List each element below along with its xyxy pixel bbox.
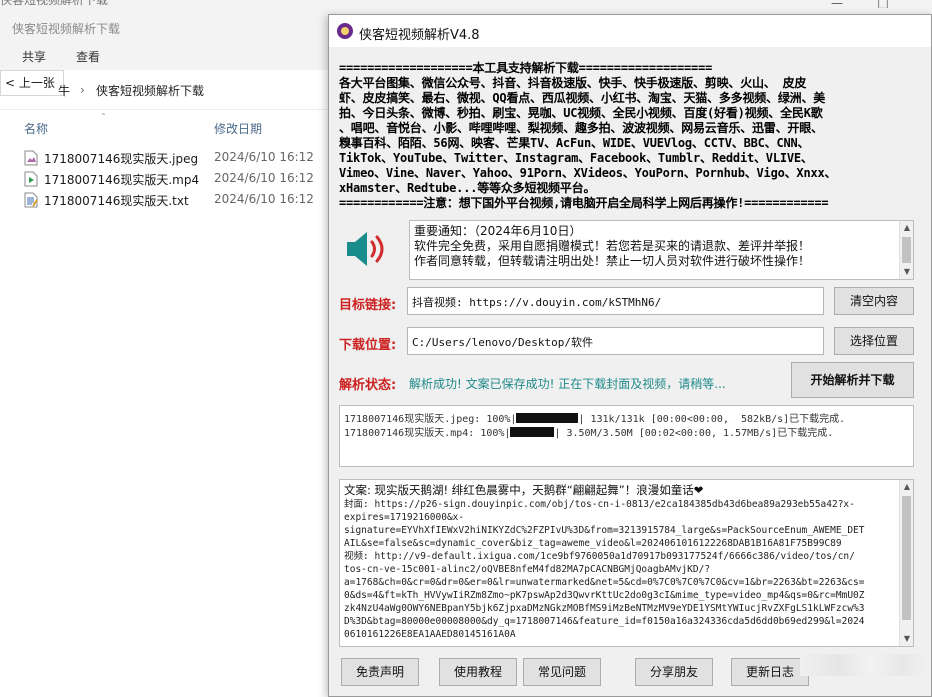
address-partial-segment[interactable]: 牛 [58, 82, 70, 99]
progress-bar [516, 413, 579, 423]
faq-button[interactable]: 常见问题 [523, 658, 601, 686]
explorer-title: 侠客短视频解析下载 [12, 22, 121, 36]
blurred-watermark [800, 654, 928, 676]
download-location-label: 下载位置: [339, 338, 397, 353]
image-file-icon [24, 150, 38, 166]
scroll-up-icon[interactable]: ▲ [900, 480, 913, 494]
scroll-down-icon[interactable]: ▼ [900, 265, 913, 279]
tab-share[interactable]: 共享 [18, 48, 50, 65]
log-scrollbar[interactable]: ▲ ▼ [899, 480, 913, 646]
chevron-right-icon[interactable]: › [80, 83, 85, 97]
disclaimer-button[interactable]: 免责声明 [341, 658, 419, 686]
file-date: 2024/6/10 16:12 [214, 171, 314, 185]
progress-line-jpeg: 1718007146现实版天.jpeg: 100%| | 131k/131k [0… [344, 410, 845, 425]
scroll-up-icon[interactable]: ▲ [900, 221, 913, 235]
file-row[interactable]: 1718007146现实版天.mp4 2024/6/10 16:12 [20, 169, 330, 189]
file-date: 2024/6/10 16:12 [214, 150, 314, 164]
supported-platforms-text: ===================本工具支持解析下载============… [339, 61, 837, 210]
start-parse-download-button[interactable]: 开始解析并下载 [791, 362, 914, 398]
tab-view[interactable]: 查看 [72, 48, 104, 65]
progress-suffix: | 3.50M/3.50M [00:02<00:00, 1.57MB/s]已下载… [554, 428, 834, 439]
address-path[interactable]: 侠客短视频解析下载 [96, 82, 204, 99]
speaker-icon [347, 232, 384, 266]
scroll-down-icon[interactable]: ▼ [900, 632, 913, 646]
file-row[interactable]: 1718007146现实版天.txt 2024/6/10 16:12 [20, 190, 330, 210]
video-file-icon [24, 171, 38, 187]
notice-line: 重要通知：（2024年6月10日） [414, 224, 582, 238]
explorer-top-strip: 侠客短视频解析下载 — □ [0, 0, 932, 8]
notice-text: 重要通知：（2024年6月10日） 软件完全免费，采用自愿捐赠模式！若您若是买来… [414, 224, 900, 269]
sort-chevron-icon: ⌃ [100, 112, 107, 121]
video-parser-window: 侠客短视频解析V4.8 ===================本工具支持解析下载… [328, 14, 932, 697]
file-date: 2024/6/10 16:12 [214, 192, 314, 206]
parse-status-text: 解析成功! 文案已保存成功! 正在下载封面及视频，请稍等... [409, 377, 726, 391]
download-progress-box: 1718007146现实版天.jpeg: 100%| | 131k/131k [0… [339, 405, 914, 467]
parse-status-label: 解析状态: [339, 378, 397, 393]
app-logo-icon [337, 23, 353, 39]
share-friends-button[interactable]: 分享朋友 [635, 658, 713, 686]
file-name: 1718007146现实版天.jpeg [44, 152, 199, 166]
choose-location-button[interactable]: 选择位置 [834, 327, 914, 355]
notice-scrollbar[interactable]: ▲ ▼ [899, 221, 913, 279]
column-header-name[interactable]: 名称 [24, 120, 48, 137]
column-header-modified[interactable]: 修改日期 [214, 120, 262, 137]
tutorial-button[interactable]: 使用教程 [439, 658, 517, 686]
app-title: 侠客短视频解析V4.8 [359, 28, 480, 43]
scroll-thumb[interactable] [902, 496, 911, 620]
notice-line: 软件完全免费，采用自愿捐赠模式！若您若是买来的请退款、差评并举报！ [414, 239, 811, 253]
file-row[interactable]: 1718007146现实版天.jpeg 2024/6/10 16:12 [20, 148, 330, 168]
explorer-top-cut-title: 侠客短视频解析下载 [0, 0, 109, 7]
progress-bar [510, 427, 555, 437]
progress-prefix: 1718007146现实版天.mp4: 100%| [344, 428, 511, 439]
download-location-input[interactable]: C:/Users/lenovo/Desktop/软件 [407, 327, 824, 355]
maximize-icon[interactable]: □ [860, 0, 906, 8]
back-button-label: 上一张 [18, 76, 55, 90]
minimize-icon[interactable]: — [814, 0, 860, 8]
scroll-thumb[interactable] [902, 237, 911, 263]
clear-content-button[interactable]: 清空内容 [834, 287, 914, 315]
changelog-button[interactable]: 更新日志 [731, 658, 809, 686]
progress-line-mp4: 1718007146现实版天.mp4: 100%| | 3.50M/3.50M [… [344, 424, 833, 439]
log-caption-line: 文案: 现实版天鹅湖! 绯红色晨雾中，天鹅群“翩翩起舞”！浪漫如童话❤ [344, 483, 704, 497]
target-link-input[interactable]: 抖音视频: https://v.douyin.com/kSTMhN6/ [407, 287, 824, 315]
app-titlebar[interactable]: 侠客短视频解析V4.8 [329, 15, 931, 47]
text-file-icon [24, 192, 38, 208]
back-button[interactable]: < 上一张 [0, 70, 64, 96]
notice-line: 作者同意转载，但转载请注明出处！禁止一切人员对软件进行破坏性操作！ [414, 254, 811, 268]
log-links: 封面: https://p26-sign.douyinpic.com/obj/t… [344, 499, 865, 640]
file-name: 1718007146现实版天.mp4 [44, 173, 200, 187]
file-name: 1718007146现实版天.txt [44, 194, 189, 208]
log-text: 文案: 现实版天鹅湖! 绯红色晨雾中，天鹅群“翩翩起舞”！浪漫如童话❤ 封面: … [344, 484, 896, 641]
chevron-left-icon: < [5, 76, 16, 90]
target-link-label: 目标链接: [339, 298, 397, 313]
parse-result-log[interactable]: 文案: 现实版天鹅湖! 绯红色晨雾中，天鹅群“翩翩起舞”！浪漫如童话❤ 封面: … [339, 479, 914, 647]
notice-box[interactable]: 重要通知：（2024年6月10日） 软件完全免费，采用自愿捐赠模式！若您若是买来… [409, 220, 914, 280]
